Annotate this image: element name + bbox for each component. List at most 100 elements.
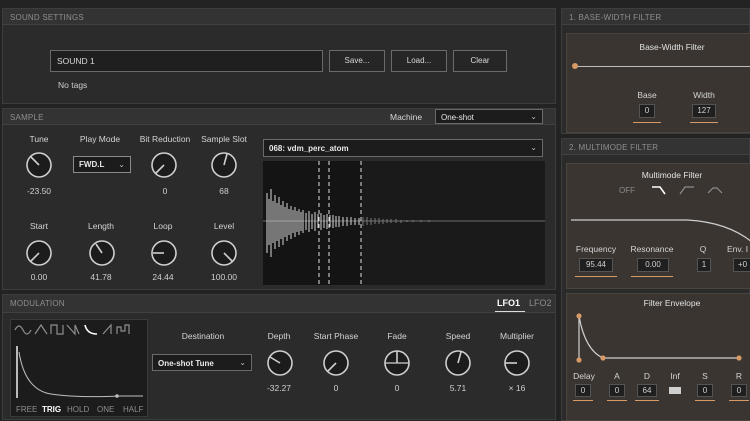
- bit-reduction-knob[interactable]: [150, 151, 178, 179]
- base-slider-underline: [633, 122, 661, 123]
- frequency-label: Frequency: [575, 244, 617, 254]
- triangle-wave-icon: [34, 323, 48, 335]
- frequency-value-field[interactable]: 95.44: [579, 258, 613, 272]
- bit-reduction-value: 0: [162, 186, 168, 196]
- destination-select[interactable]: One-shot Tune ⌄: [152, 354, 252, 371]
- filter-response-curve[interactable]: [567, 210, 750, 246]
- base-width-handle[interactable]: [572, 63, 578, 69]
- env-inf-toggle[interactable]: [669, 387, 681, 394]
- bit-reduction-label: Bit Reduction: [139, 134, 191, 144]
- machine-select-value: One-shot: [441, 113, 474, 122]
- depth-value: -32.27: [266, 383, 292, 393]
- env-value-field[interactable]: +0: [733, 258, 750, 272]
- env-delay-field[interactable]: 0: [575, 384, 591, 397]
- clear-button[interactable]: Clear: [453, 50, 507, 72]
- machine-select[interactable]: One-shot ⌄: [435, 109, 543, 124]
- sound-settings-header: SOUND SETTINGS: [3, 9, 555, 25]
- play-mode-select[interactable]: FWD.L ⌄: [73, 156, 131, 173]
- save-button[interactable]: Save...: [329, 50, 385, 72]
- start-phase-value: 0: [333, 383, 339, 393]
- highpass-icon[interactable]: [679, 184, 695, 196]
- resonance-value-field[interactable]: 0.00: [637, 258, 669, 272]
- length-label: Length: [88, 221, 114, 231]
- sample-slot-value: 68: [219, 186, 229, 196]
- waveform-display[interactable]: [263, 161, 545, 285]
- env-release-field[interactable]: 0: [731, 384, 747, 397]
- machine-label: Machine: [390, 112, 423, 122]
- chevron-down-icon: ⌄: [118, 160, 125, 169]
- lfo-display[interactable]: FREE TRIG HOLD ONE HALF: [10, 319, 148, 417]
- level-label: Level: [213, 221, 235, 231]
- env-attack-field[interactable]: 0: [609, 384, 625, 397]
- multimode-header: 2. MULTIMODE FILTER: [562, 139, 749, 155]
- play-mode-value: FWD.L: [79, 160, 105, 169]
- env-sustain-field[interactable]: 0: [697, 384, 713, 397]
- lfo-mode-one[interactable]: ONE: [97, 405, 114, 414]
- destination-label: Destination: [181, 331, 225, 341]
- exp-decay-icon: [84, 324, 98, 335]
- level-knob[interactable]: [210, 239, 238, 267]
- q-value-field[interactable]: 1: [697, 258, 711, 272]
- sample-select[interactable]: 068: vdm_perc_atom ⌄: [263, 139, 543, 157]
- env-decay-underline: [635, 400, 659, 401]
- square-wave-icon: [50, 324, 64, 335]
- speed-label: Speed: [445, 331, 471, 341]
- load-button[interactable]: Load...: [391, 50, 447, 72]
- env-delay-underline: [573, 400, 593, 401]
- tune-value: -23.50: [26, 186, 52, 196]
- env-decay-field[interactable]: 64: [637, 384, 657, 397]
- env-decay-label: D: [643, 371, 651, 381]
- sound-settings-panel: SOUND SETTINGS SOUND 1 Save... Load... C…: [2, 8, 556, 104]
- tune-knob[interactable]: [25, 151, 53, 179]
- envelope-attack-handle: [576, 313, 582, 319]
- lfo-shape-selector[interactable]: [13, 322, 147, 336]
- multiplier-knob[interactable]: [503, 349, 531, 377]
- bandpass-icon[interactable]: [707, 184, 723, 196]
- lowpass-icon[interactable]: [651, 184, 667, 196]
- envelope-start-handle: [576, 357, 582, 363]
- sample-panel: SAMPLE Machine One-shot ⌄ Tune -23.50 Pl…: [2, 108, 556, 290]
- multiplier-value: × 16: [508, 383, 526, 393]
- depth-label: Depth: [267, 331, 291, 341]
- level-value: 100.00: [211, 272, 237, 282]
- lfo-mode-trig[interactable]: TRIG: [42, 405, 61, 414]
- sample-slot-label: Sample Slot: [201, 134, 247, 144]
- length-knob[interactable]: [88, 239, 116, 267]
- depth-knob[interactable]: [266, 349, 294, 377]
- loop-knob[interactable]: [150, 239, 178, 267]
- env-release-underline: [729, 400, 749, 401]
- lfo-mode-free[interactable]: FREE: [16, 405, 37, 414]
- lfo-mode-half[interactable]: HALF: [123, 405, 143, 414]
- multimode-title: Multimode Filter: [641, 170, 703, 180]
- width-label: Width: [693, 90, 715, 100]
- width-value-field[interactable]: 127: [692, 104, 716, 118]
- filter-envelope-graph[interactable]: [567, 312, 750, 364]
- tab-lfo2[interactable]: LFO2: [529, 298, 552, 308]
- start-phase-knob[interactable]: [322, 349, 350, 377]
- multimode-filter-panel: 2. MULTIMODE FILTER Multimode Filter OFF…: [561, 138, 750, 421]
- start-knob[interactable]: [25, 239, 53, 267]
- base-label: Base: [637, 90, 657, 100]
- chevron-down-icon: ⌄: [530, 112, 537, 121]
- length-value: 41.78: [90, 272, 112, 282]
- tune-label: Tune: [29, 134, 49, 144]
- loop-value: 24.44: [152, 272, 174, 282]
- multimode-inner: Multimode Filter OFF Frequency 95.44 Res…: [566, 163, 750, 289]
- env-attack-underline: [607, 400, 627, 401]
- sine-wave-icon: [14, 325, 32, 335]
- base-width-curve[interactable]: [575, 66, 750, 67]
- ramp-up-icon: [102, 323, 112, 335]
- lfo-mode-hold[interactable]: HOLD: [67, 405, 89, 414]
- base-value-field[interactable]: 0: [639, 104, 655, 118]
- sample-slot-knob[interactable]: [210, 151, 238, 179]
- modulation-header: MODULATION: [3, 295, 555, 313]
- destination-value: One-shot Tune: [158, 359, 214, 368]
- loop-label: Loop: [153, 221, 173, 231]
- speed-knob[interactable]: [444, 349, 472, 377]
- sound-name-field[interactable]: SOUND 1: [50, 50, 323, 72]
- env-attack-label: A: [614, 371, 620, 381]
- fade-value: 0: [394, 383, 400, 393]
- filter-off-button[interactable]: OFF: [619, 186, 635, 195]
- tab-lfo1[interactable]: LFO1: [497, 298, 520, 308]
- fade-knob[interactable]: [383, 349, 411, 377]
